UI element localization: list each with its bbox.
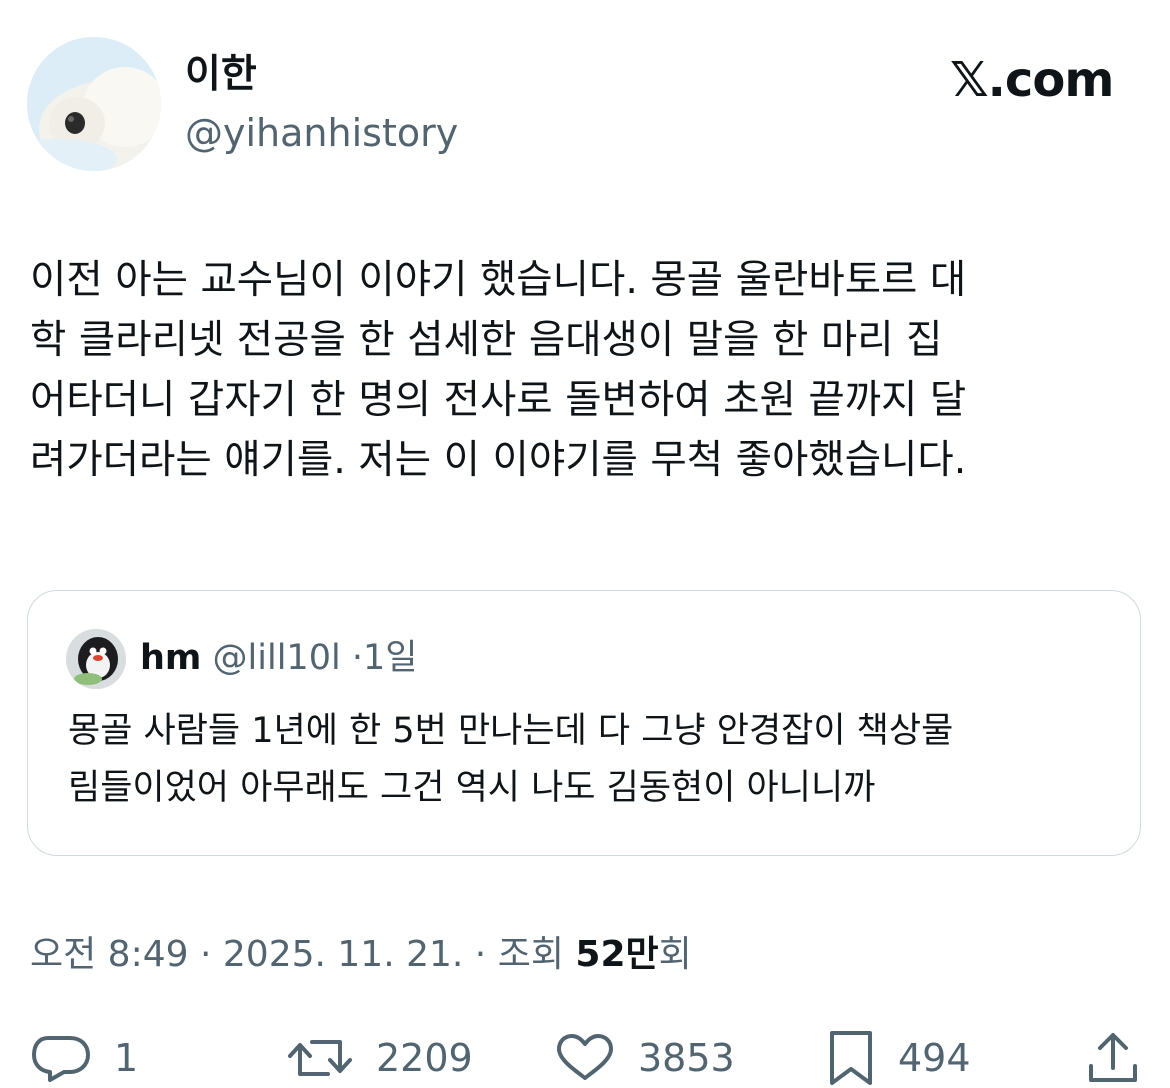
like-count: 3853	[638, 1036, 735, 1080]
seal-avatar-image	[27, 37, 161, 171]
tweet-time[interactable]: 오전 8:49	[30, 934, 189, 975]
repost-icon	[288, 1040, 352, 1076]
bookmark-icon	[830, 1031, 872, 1085]
tweet-text: 이전 아는 교수님이 이야기 했습니다. 몽골 울란바토르 대 학 클라리넷 전…	[30, 257, 967, 483]
views-unit: 회	[658, 934, 692, 975]
quote-author-handle[interactable]: @lill10l	[213, 638, 341, 678]
reply-button[interactable]: 1	[28, 1028, 138, 1088]
views-label: 조회	[497, 934, 564, 975]
quote-time[interactable]: 1일	[363, 638, 417, 678]
x-logo-text: 𝕏.com	[950, 52, 1114, 108]
like-button[interactable]: 3853	[554, 1028, 735, 1088]
quote-author-avatar[interactable]	[66, 629, 126, 689]
author-display-name[interactable]: 이한	[185, 52, 257, 98]
reply-count: 1	[114, 1036, 139, 1080]
repost-button[interactable]: 2209	[286, 1028, 473, 1088]
author-handle[interactable]: @yihanhistory	[185, 110, 458, 156]
author-avatar[interactable]	[27, 37, 161, 171]
penguin-avatar-image	[66, 629, 126, 689]
quoted-tweet-card[interactable]: hm @lill10l ·1일 몽골 사람들 1년에 한 5번 만나는데 다 그…	[27, 590, 1141, 856]
quote-author-name[interactable]: hm	[140, 638, 201, 678]
action-bar: 1 2209 3853 494	[0, 1028, 1170, 1088]
views-count: 52만	[575, 934, 659, 975]
share-button[interactable]	[1086, 1028, 1140, 1088]
bookmark-button[interactable]: 494	[826, 1028, 971, 1088]
quote-text: 몽골 사람들 1년에 한 5번 만나는데 다 그냥 안경잡이 책상물 림들이었어…	[68, 711, 954, 808]
tweet-date[interactable]: 2025. 11. 21.	[223, 934, 463, 975]
repost-count: 2209	[376, 1036, 473, 1080]
bookmark-count: 494	[898, 1036, 971, 1080]
heart-icon	[557, 1034, 613, 1080]
quote-separator: ·	[351, 638, 363, 678]
quote-header: hm @lill10l ·1일	[140, 636, 417, 680]
tweet-meta: 오전 8:49 · 2025. 11. 21. · 조회 52만회	[30, 930, 692, 980]
meta-separator: ·	[474, 934, 487, 975]
reply-icon	[32, 1036, 90, 1082]
share-icon	[1089, 1033, 1137, 1082]
meta-separator: ·	[199, 934, 212, 975]
